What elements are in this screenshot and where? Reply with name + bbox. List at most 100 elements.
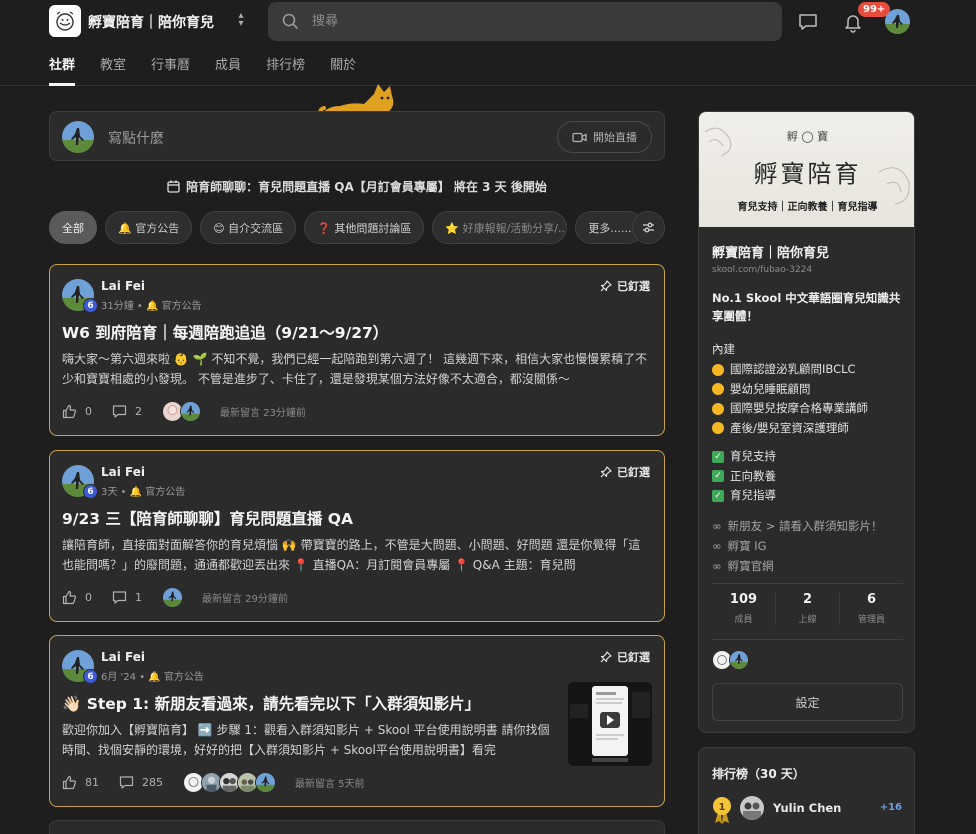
list-item: ✓ 正向教養: [712, 467, 908, 487]
leader-name[interactable]: Yulin Chen: [773, 801, 841, 815]
commenter-avatar: [180, 401, 201, 422]
link-label[interactable]: 新朋友 > 請看入群須知影片！: [728, 516, 883, 536]
cover-title: 孵寶陪育: [753, 160, 862, 188]
check-icon: ✓: [712, 450, 724, 463]
post-title[interactable]: W6 到府陪育｜每週陪跑追追（9/21～9/27）: [62, 321, 388, 343]
pinned-indicator: 已釘選: [600, 278, 650, 294]
tab-members[interactable]: 成員: [215, 54, 241, 85]
pinned-label: 已釘選: [617, 651, 650, 664]
post-title[interactable]: 👋🏻 Step 1: 新朋友看過來，請先看完以下「入群須知影片」: [62, 692, 480, 714]
filter-deals[interactable]: ⭐ 好康報報/活動分享/...: [432, 211, 568, 244]
upcoming-event-banner[interactable]: 陪育師聊聊：育兒問題直播 QA【月訂會員專屬】 將在 3 天 後開始: [49, 178, 665, 195]
post-author[interactable]: Lai Fei: [101, 650, 145, 664]
level-badge: 6: [83, 484, 98, 499]
pinned-indicator: 已釘選: [600, 649, 650, 665]
settings-button[interactable]: 設定: [712, 683, 903, 721]
online-member-avatars: [712, 650, 749, 670]
list-item: ✓ 育兒指導: [712, 486, 908, 506]
like-count: 0: [85, 405, 92, 418]
post-author[interactable]: Lai Fei: [101, 279, 145, 293]
link-icon: ∞: [712, 559, 722, 573]
filter-intro[interactable]: 😊 自介交流區: [200, 211, 297, 244]
comment-icon[interactable]: [112, 590, 127, 605]
comment-count: 285: [142, 776, 163, 789]
commenter-avatar: [255, 772, 276, 793]
post-card[interactable]: 6 Lai Fei 3天 • 🔔 官方公告 已釘選 9/23 三【陪育師聊聊】育…: [49, 450, 665, 622]
divider: [712, 583, 903, 584]
pin-icon: [600, 280, 612, 292]
video-thumbnail[interactable]: [568, 682, 652, 766]
post-composer[interactable]: 寫點什麼 開始直播: [49, 111, 665, 161]
pinned-indicator: 已釘選: [600, 464, 650, 480]
filter-official[interactable]: 🔔 官方公告: [105, 211, 193, 244]
comment-icon[interactable]: [119, 775, 134, 790]
filter-all[interactable]: 全部: [49, 211, 97, 244]
group-links: ∞ 新朋友 > 請看入群須知影片！ ∞ 孵寶 IG ∞ 孵寶官網: [712, 516, 883, 576]
composer-placeholder[interactable]: 寫點什麼: [108, 128, 164, 148]
member-avatar[interactable]: [729, 650, 749, 670]
sun-icon: [712, 363, 724, 376]
chat-icon[interactable]: [797, 11, 819, 33]
leaderboard-card: 排行榜（30 天） 1 Yulin Chen +16: [698, 747, 915, 834]
like-icon[interactable]: [62, 590, 77, 605]
group-url[interactable]: skool.com/fubao-3224: [712, 265, 812, 275]
group-logo[interactable]: [49, 5, 81, 37]
link-item[interactable]: ∞ 孵寶 IG: [712, 536, 883, 556]
commenter-avatars: [162, 587, 183, 608]
post-card[interactable]: [49, 820, 665, 834]
cover-subtitle: 育兒支持｜正向教養｜育兒指導: [737, 202, 878, 213]
tab-leaderboard[interactable]: 排行榜: [266, 54, 305, 85]
group-name[interactable]: 孵寶陪育｜陪你育兒: [88, 12, 214, 32]
post-title[interactable]: 9/23 三【陪育師聊聊】育兒問題直播 QA: [62, 507, 353, 529]
tab-community[interactable]: 社群: [49, 54, 76, 86]
like-count: 81: [85, 776, 99, 789]
filter-other-questions[interactable]: ❓ 其他問題討論區: [304, 211, 425, 244]
commenter-avatars: [183, 772, 276, 793]
post-meta: 31分鐘 • 🔔 官方公告: [101, 301, 202, 312]
post-meta: 3天 • 🔔 官方公告: [101, 487, 186, 498]
link-label[interactable]: 孵寶官網: [728, 556, 774, 576]
link-item[interactable]: ∞ 新朋友 > 請看入群須知影片！: [712, 516, 883, 536]
expert-label: 產後/嬰兒室資深護理師: [730, 420, 849, 435]
stat-members[interactable]: 109 成員: [712, 592, 776, 625]
search-bar[interactable]: [268, 2, 782, 41]
comment-count: 1: [135, 591, 142, 604]
group-description: No.1 Skool 中文華語圈育兒知識共享團體！: [712, 291, 901, 323]
post-card[interactable]: 6 Lai Fei 6月 '24 • 🔔 官方公告 已釘選 👋🏻 Step 1:…: [49, 635, 665, 807]
pinned-label: 已釘選: [617, 466, 650, 479]
tab-classroom[interactable]: 教室: [100, 54, 126, 85]
like-icon[interactable]: [62, 404, 77, 419]
post-footer: 81 285 最新留言 5天前: [62, 772, 365, 793]
category-filters: 全部 🔔 官方公告 😊 自介交流區 ❓ 其他問題討論區 ⭐ 好康報報/活動分享/…: [49, 211, 645, 245]
sun-icon: [712, 402, 724, 415]
filter-settings-button[interactable]: [632, 211, 665, 244]
search-input[interactable]: [312, 2, 772, 41]
sun-icon: [712, 383, 724, 396]
like-icon[interactable]: [62, 775, 77, 790]
post-author[interactable]: Lai Fei: [101, 465, 145, 479]
leader-avatar[interactable]: [740, 796, 764, 820]
group-info-card: 孵 ◯ 寶 孵寶陪育 育兒支持｜正向教養｜育兒指導 孵寶陪育｜陪你育兒 skoo…: [698, 111, 915, 733]
link-label[interactable]: 孵寶 IG: [728, 536, 767, 556]
pillar-label: 育兒指導: [730, 488, 776, 502]
group-switcher-icon[interactable]: ▴ ▾: [234, 11, 248, 30]
list-item: 國際認證泌乳顧問IBCLC: [712, 360, 908, 380]
post-card[interactable]: 6 Lai Fei 31分鐘 • 🔔 官方公告 已釘選 W6 到府陪育｜每週陪跑…: [49, 264, 665, 436]
tab-calendar[interactable]: 行事曆: [151, 54, 190, 85]
pillar-label: 育兒支持: [730, 449, 776, 463]
post-footer: 0 2 最新留言 23分鐘前: [62, 401, 306, 422]
check-icon: ✓: [712, 489, 724, 502]
stat-admins[interactable]: 6 管理員: [840, 592, 903, 625]
stat-online[interactable]: 2 上線: [776, 592, 840, 625]
pinned-label: 已釘選: [617, 280, 650, 293]
search-icon: [282, 13, 299, 30]
gold-medal-icon: 1: [713, 797, 731, 824]
start-live-button[interactable]: 開始直播: [557, 121, 652, 153]
group-cover-image: 孵 ◯ 寶 孵寶陪育 育兒支持｜正向教養｜育兒指導: [699, 112, 914, 227]
link-item[interactable]: ∞ 孵寶官網: [712, 556, 883, 576]
sun-icon: [712, 422, 724, 435]
start-live-label: 開始直播: [593, 131, 637, 144]
comment-icon[interactable]: [112, 404, 127, 419]
user-avatar[interactable]: [885, 9, 910, 34]
list-item: 國際嬰兒按摩合格專業講師: [712, 399, 908, 419]
